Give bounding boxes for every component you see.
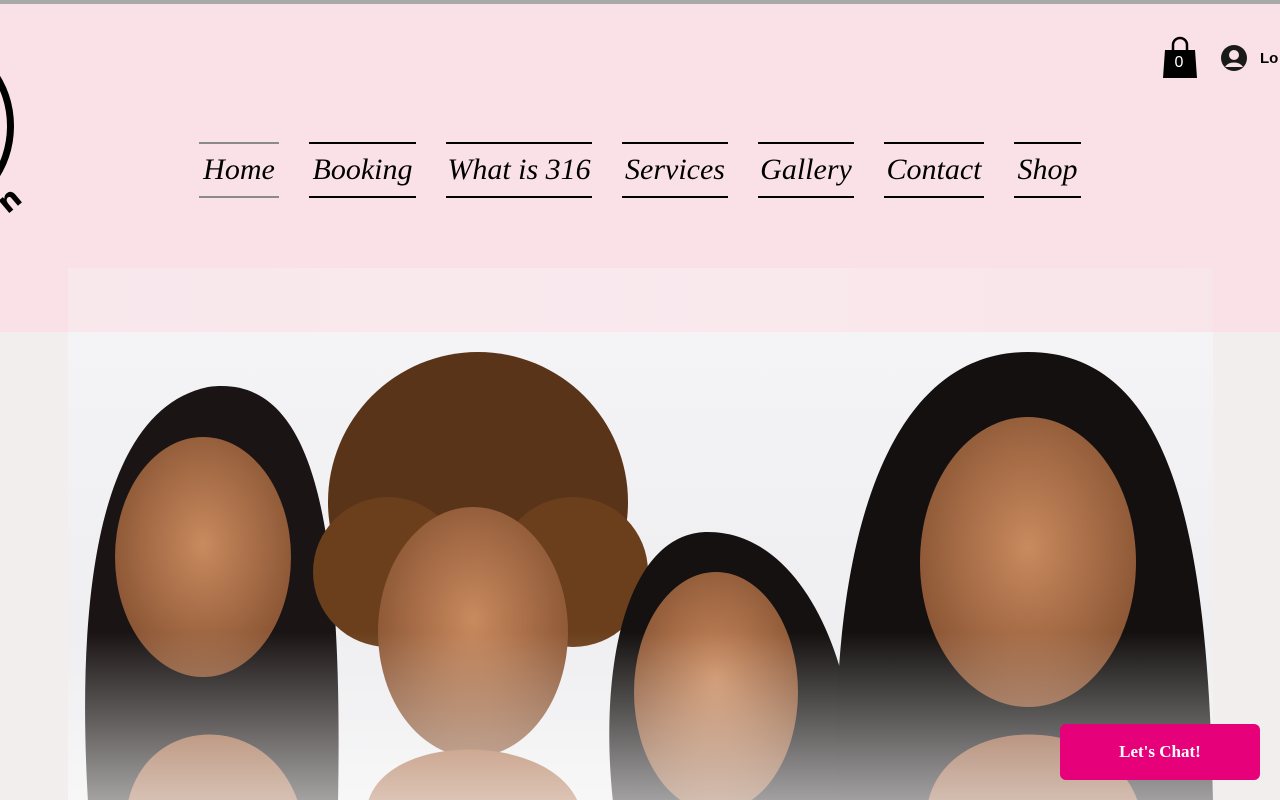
nav-item-what-is-316[interactable]: What is 316 [446, 142, 592, 198]
site-header: n 0 Lo Home Booking What is 316 Services… [0, 4, 1280, 332]
nav-item-shop[interactable]: Shop [1014, 142, 1081, 198]
hero-photo-top-fade [68, 268, 1213, 332]
user-avatar-icon [1221, 45, 1247, 71]
login-button[interactable]: Lo [1220, 44, 1278, 72]
nav-item-booking[interactable]: Booking [309, 142, 416, 198]
nav-item-gallery[interactable]: Gallery [758, 142, 854, 198]
cart-button[interactable]: 0 [1162, 36, 1198, 80]
nav-item-contact[interactable]: Contact [884, 142, 984, 198]
login-label: Lo [1260, 49, 1279, 67]
nav-item-services[interactable]: Services [622, 142, 728, 198]
group-portrait-photo-icon [68, 352, 1213, 800]
hero-group-photo [68, 332, 1213, 800]
cart-count: 0 [1174, 54, 1184, 71]
nav-item-home[interactable]: Home [199, 142, 279, 198]
logo-text: n [0, 180, 29, 221]
lets-chat-button[interactable]: Let's Chat! [1060, 724, 1260, 780]
site-logo[interactable]: n [0, 44, 80, 264]
